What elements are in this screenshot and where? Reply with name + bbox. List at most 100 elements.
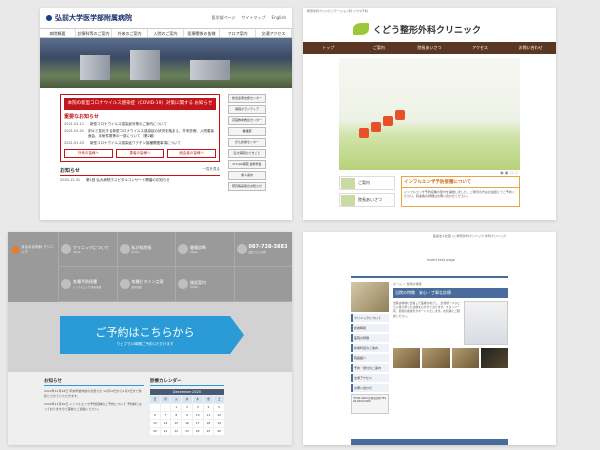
calendar-day[interactable]: 10 — [192, 412, 203, 419]
phone-cell[interactable]: 087-728-3883 電話でのご予約 — [233, 232, 292, 267]
reservation-button[interactable]: ご予約はこちらから ウェブで24時間ご予約いただけます — [60, 316, 244, 354]
menu-cell[interactable]: 私が私院長 Doctor — [116, 232, 175, 267]
guide-card[interactable]: ご案内 — [339, 176, 395, 190]
calendar-day[interactable]: 11 — [203, 412, 214, 419]
orthopedic-clinic-screenshot: 整形外科ブリハビリテーション科 リウマチ科 くどう整形外科クリニック トップ ご… — [303, 8, 556, 220]
calendar-day[interactable]: 18 — [203, 420, 214, 427]
nav-item[interactable]: ご案内 — [354, 42, 405, 54]
nav-item[interactable]: 医療関係の皆様 — [184, 29, 220, 37]
calendar-day[interactable]: 19 — [214, 420, 224, 427]
calendar-day[interactable]: 26 — [214, 428, 224, 435]
card-thumb — [341, 194, 355, 206]
patient-button[interactable]: 患者の皆様へ — [115, 148, 165, 158]
calendar-day: 土 — [214, 396, 224, 403]
nav-item[interactable]: 院長あいさつ — [404, 42, 455, 54]
calendar-day[interactable]: 1 — [171, 404, 182, 411]
greeting-card[interactable]: 院長あいさつ — [339, 193, 395, 207]
side-link[interactable]: 予約・受付のご案内 — [351, 364, 389, 372]
menu-cell[interactable]: 施設案内 Facility — [175, 267, 234, 302]
menu-cell[interactable]: 各種ビタミン点滴 疲労回復 — [116, 267, 175, 302]
side-link[interactable]: 診療科目のご案内 — [351, 344, 389, 352]
menu-cell[interactable]: クリニックについて About — [58, 232, 117, 267]
outpatient-button[interactable]: 外来の皆様へ — [64, 148, 113, 158]
visitor-button[interactable]: 面会者の皆様へ — [167, 148, 217, 158]
calendar-day[interactable]: 14 — [160, 420, 171, 427]
chair-shape — [359, 128, 369, 138]
side-banner[interactable]: 求人案内 — [228, 171, 266, 180]
calendar-day[interactable]: 2 — [182, 404, 192, 411]
calendar-day[interactable]: 17 — [192, 420, 203, 427]
alert-title[interactable]: 本院の新型コロナウイルス感染症（COVID-19）対策に関する お知らせ — [64, 98, 216, 110]
top-tagline: 医療法人社団 ○○整形外科クリニック 外科クリニック — [432, 234, 506, 238]
news-item[interactable]: 2020年11月30日 インフルエンザ予防接種のご予約について 予約制となってお… — [44, 402, 144, 411]
menu-cell[interactable]: 各種予防接種 インフルエンザ 肺炎球菌 — [58, 267, 117, 302]
nav-item[interactable]: 入院のご案内 — [148, 29, 184, 37]
calendar-day[interactable]: 24 — [192, 428, 203, 435]
nav-item[interactable]: トップ — [303, 42, 354, 54]
side-link[interactable]: クリニックについて — [351, 314, 389, 322]
nav-item[interactable]: 診療科等のご案内 — [76, 29, 112, 37]
side-banner[interactable]: 総合患者支援センター — [228, 94, 266, 103]
calendar-day[interactable]: 3 — [192, 404, 203, 411]
link-english[interactable]: English — [272, 15, 286, 21]
calendar-day[interactable]: 15 — [171, 420, 182, 427]
calendar-day[interactable] — [160, 404, 171, 411]
side-banner[interactable]: 弘大病院のできごと — [228, 149, 266, 158]
news-line[interactable]: 2021.01.25 新型コロナウイルス感染症ワクチン接種関連事項について — [64, 141, 216, 146]
calendar-day[interactable]: 5 — [214, 404, 224, 411]
thumbnail[interactable] — [451, 348, 479, 368]
calendar-day[interactable]: 9 — [182, 412, 192, 419]
calendar-day: 金 — [203, 396, 214, 403]
nav-item[interactable]: 病院概要 — [40, 29, 76, 37]
audience-buttons: 外来の皆様へ 患者の皆様へ 面会者の皆様へ — [64, 148, 217, 158]
side-link[interactable]: お問い合わせ — [351, 384, 389, 392]
calendar-day[interactable]: 7 — [160, 412, 171, 419]
calendar-day[interactable]: 4 — [203, 404, 214, 411]
menu-cell[interactable]: 健康診断 Check — [175, 232, 234, 267]
news-line[interactable]: 2020.12.31 第1回 弘大病院ホスピタルコンサート開催のお知らせ — [60, 178, 220, 183]
news-line[interactable]: 2021.02.11 新型コロナウイルス感染症対策のご案内について — [64, 122, 216, 127]
side-link[interactable]: 院長紹介 — [351, 354, 389, 362]
link-medical-school[interactable]: 医学部ページ — [212, 15, 236, 21]
nav-item[interactable]: アクセス — [455, 42, 506, 54]
side-banner[interactable]: 病院ボランティア — [228, 105, 266, 114]
calendar-day[interactable]: 12 — [214, 412, 224, 419]
nav-item[interactable]: 交通アクセス — [256, 29, 292, 37]
side-banner[interactable]: ICT-GR病院 連携学会 — [228, 160, 266, 169]
thumbnail[interactable] — [422, 348, 450, 368]
info-title[interactable]: インフルエンザ予防接種について — [402, 177, 519, 188]
breadcrumb[interactable]: ホーム > 当院の特徴 — [393, 282, 508, 286]
calendar-day[interactable]: 21 — [160, 428, 171, 435]
calendar-day[interactable] — [150, 404, 160, 411]
calendar-day[interactable]: 23 — [182, 428, 192, 435]
side-link[interactable]: 医院の特徴 — [351, 334, 389, 342]
site-header: Insert text page — [351, 240, 508, 278]
news-heading: お知らせ 一覧を見る — [60, 166, 221, 176]
calendar-day[interactable]: 22 — [171, 428, 182, 435]
calendar-section: 診療カレンダー December 2020 日月火水木金土 1 2 3 4 5 6 7 8 9 10… — [150, 378, 224, 445]
calendar-day[interactable]: 25 — [203, 428, 214, 435]
side-banner[interactable]: がん診療センター — [228, 138, 266, 147]
clinic-logo[interactable]: まるなる内科 クリニック — [12, 236, 56, 264]
thumbnail[interactable] — [480, 348, 508, 368]
news-line[interactable]: 2021.02.01 刻々と変化する新型コロナウイルス感染症の状況を踏まえ、外来診… — [64, 129, 216, 139]
side-banner[interactable]: 看護部 — [228, 127, 266, 136]
side-banner[interactable]: 研究等実施のお知らせ — [228, 182, 266, 191]
news-more-link[interactable]: 一覧を見る — [203, 167, 221, 174]
calendar-day[interactable]: 20 — [150, 428, 160, 435]
nav-item[interactable]: 外来のご案内 — [112, 29, 148, 37]
side-banner[interactable]: 高度救命救急センター — [228, 116, 266, 125]
calendar-day[interactable]: 13 — [150, 420, 160, 427]
hero-photo — [40, 38, 292, 88]
side-link[interactable]: 交通アクセス — [351, 374, 389, 382]
calendar-day[interactable]: 16 — [182, 420, 192, 427]
calendar-day[interactable]: 8 — [171, 412, 182, 419]
calendar-month[interactable]: December 2020 — [150, 389, 224, 395]
link-sitemap[interactable]: サイトマップ — [242, 15, 266, 21]
side-link[interactable]: 診療時間 — [351, 324, 389, 332]
nav-item[interactable]: フロア案内 — [220, 29, 256, 37]
nav-item[interactable]: お問い合わせ — [505, 42, 556, 54]
calendar-day[interactable]: 6 — [150, 412, 160, 419]
thumbnail[interactable] — [393, 348, 421, 368]
news-item[interactable]: 2020年12月28日 年末年始休診のお知らせ 12月29日から1月3日まで休診… — [44, 389, 144, 398]
